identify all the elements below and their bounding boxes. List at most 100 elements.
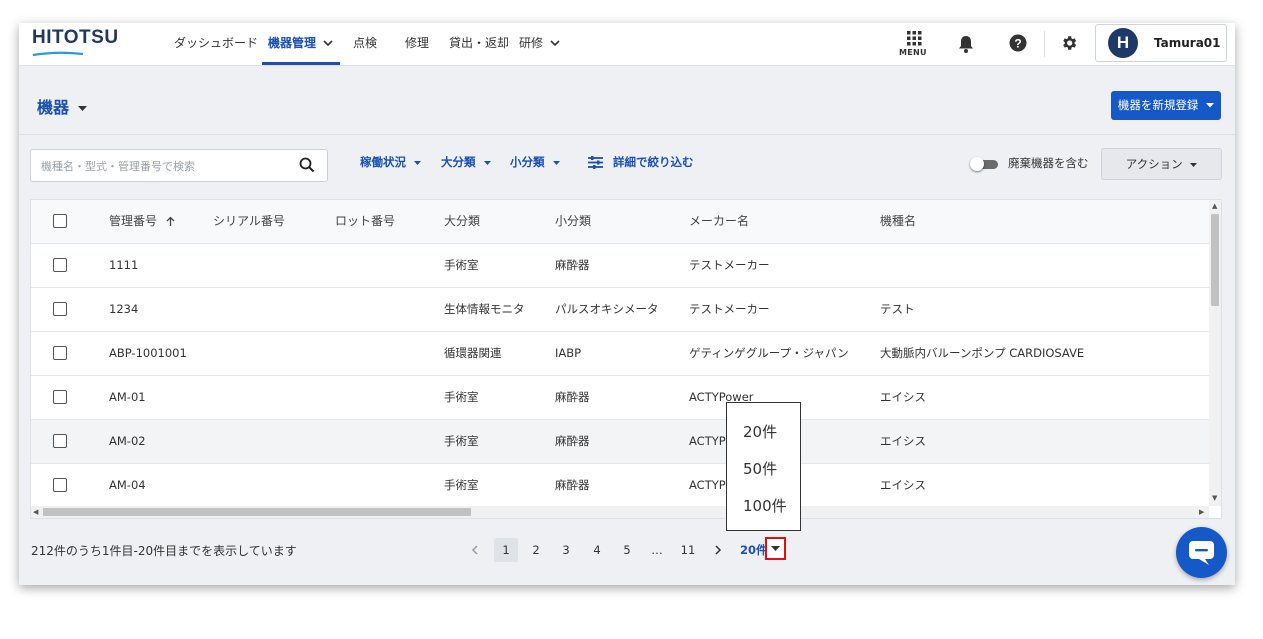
help-icon[interactable]: ?: [1009, 34, 1027, 52]
logo[interactable]: HITOTSU: [32, 27, 119, 57]
equipment-table: 管理番号 シリアル番号 ロット番号 大分類 小分類 メーカー名 機種名 1111…: [30, 199, 1222, 519]
sort-ascending-icon[interactable]: [166, 216, 175, 227]
column-header-id[interactable]: 管理番号: [109, 200, 175, 243]
nav-divider: [1044, 31, 1045, 57]
vertical-scrollbar[interactable]: ▲ ▼: [1209, 200, 1221, 506]
cell-minor: 麻酔器: [555, 434, 590, 448]
table-row[interactable]: AM-02 手術室 麻酔器 ACTYP エイシス: [31, 420, 1209, 464]
cell-maker: ACTYP: [689, 478, 726, 492]
cell-minor: 麻酔器: [555, 390, 590, 404]
search-input[interactable]: [39, 154, 293, 178]
nav-item-training-label: 研修: [519, 36, 544, 50]
gear-icon[interactable]: [1060, 34, 1078, 52]
user-menu[interactable]: H Tamura01: [1095, 24, 1227, 62]
caret-down-icon: [77, 105, 87, 111]
select-all-checkbox[interactable]: [53, 214, 67, 228]
table-row[interactable]: AM-01 手術室 麻酔器 ACTYPower エイシス: [31, 376, 1209, 420]
row-checkbox[interactable]: [53, 302, 67, 316]
column-header-major[interactable]: 大分類: [444, 200, 480, 243]
filter-status[interactable]: 稼働状況: [360, 154, 422, 170]
cell-major: 手術室: [444, 434, 479, 448]
cell-major: 循環器関連: [444, 346, 502, 360]
caret-down-icon: [1190, 162, 1198, 167]
page-5[interactable]: 5: [615, 538, 639, 562]
filter-major-category[interactable]: 大分類: [441, 154, 491, 170]
column-header-serial[interactable]: シリアル番号: [213, 200, 285, 243]
vertical-scroll-thumb[interactable]: [1211, 214, 1219, 306]
cell-id: 1234: [109, 302, 139, 316]
logo-swoosh-icon: [32, 51, 84, 57]
per-page-dropdown-menu: 20件 50件 100件: [726, 402, 801, 531]
horizontal-scrollbar[interactable]: ◀ ▶: [31, 506, 1209, 518]
search-icon[interactable]: [299, 157, 315, 173]
page-ellipsis: …: [651, 543, 663, 557]
chevron-left-icon[interactable]: [471, 545, 479, 555]
cell-id: AM-01: [109, 390, 146, 404]
row-checkbox[interactable]: [53, 346, 67, 360]
bell-icon[interactable]: [958, 35, 974, 53]
cell-minor: IABP: [555, 346, 582, 360]
per-page-dropdown-button[interactable]: [765, 537, 786, 560]
per-page-option-100[interactable]: 100件: [743, 495, 787, 516]
row-checkbox[interactable]: [53, 434, 67, 448]
action-button[interactable]: アクション: [1101, 148, 1222, 180]
row-checkbox[interactable]: [53, 478, 67, 492]
cell-model: エイシス: [880, 390, 926, 404]
column-header-model[interactable]: 機種名: [880, 200, 916, 243]
column-header-minor[interactable]: 小分類: [555, 200, 591, 243]
chevron-down-icon: [323, 40, 333, 47]
caret-down-icon: [483, 160, 491, 165]
page-2[interactable]: 2: [524, 538, 548, 562]
scroll-up-icon[interactable]: ▲: [1212, 202, 1217, 210]
cell-model: エイシス: [880, 478, 926, 492]
nav-active-indicator: [262, 62, 340, 65]
register-equipment-button[interactable]: 機器を新規登録: [1111, 91, 1221, 120]
filter-minor-category[interactable]: 小分類: [510, 154, 560, 170]
chat-button[interactable]: [1176, 527, 1227, 578]
page-3[interactable]: 3: [554, 538, 578, 562]
page-1[interactable]: 1: [494, 538, 518, 562]
scroll-left-icon[interactable]: ◀: [33, 508, 38, 516]
cell-minor: 麻酔器: [555, 478, 590, 492]
cell-maker: ゲティンゲグループ・ジャパン: [689, 346, 849, 360]
horizontal-scroll-thumb[interactable]: [43, 508, 471, 516]
nav-item-equipment-label: 機器管理: [268, 36, 317, 50]
table-row[interactable]: 1111 手術室 麻酔器 テストメーカー: [31, 244, 1209, 288]
row-checkbox[interactable]: [53, 258, 67, 272]
per-page-value[interactable]: 20件: [740, 542, 768, 558]
scroll-right-icon[interactable]: ▶: [1199, 508, 1204, 516]
username: Tamura01: [1154, 36, 1221, 50]
column-header-maker[interactable]: メーカー名: [689, 200, 749, 243]
chevron-right-icon[interactable]: [714, 545, 722, 555]
page-11[interactable]: 11: [676, 538, 700, 562]
page-title[interactable]: 機器: [37, 94, 87, 118]
cell-maker: ACTYP: [689, 434, 726, 448]
cell-id: AM-02: [109, 434, 146, 448]
menu-grid-icon[interactable]: [907, 31, 922, 46]
table-row[interactable]: ABP-1001001 循環器関連 IABP ゲティンゲグループ・ジャパン 大動…: [31, 332, 1209, 376]
sliders-icon: [588, 156, 603, 169]
cell-major: 手術室: [444, 390, 479, 404]
avatar: H: [1108, 28, 1138, 58]
menu-label: MENU: [899, 48, 927, 57]
column-header-lot[interactable]: ロット番号: [335, 200, 395, 243]
nav-item-dashboard[interactable]: ダッシュボード: [174, 23, 258, 65]
table-row[interactable]: 1234 生体情報モニタ パルスオキシメータ テストメーカー テスト: [31, 288, 1209, 332]
header-divider: [19, 134, 1235, 135]
nav-item-equipment[interactable]: 機器管理: [268, 23, 333, 65]
filter-advanced[interactable]: 詳細で絞り込む: [588, 154, 694, 170]
page-4[interactable]: 4: [585, 538, 609, 562]
nav-item-lending[interactable]: 貸出・返却: [449, 23, 509, 65]
nav-item-training[interactable]: 研修: [519, 23, 560, 65]
caret-down-icon: [1206, 103, 1215, 108]
scroll-down-icon[interactable]: ▼: [1212, 494, 1217, 502]
nav-item-repair[interactable]: 修理: [405, 23, 429, 65]
per-page-option-20[interactable]: 20件: [743, 421, 777, 442]
table-row[interactable]: AM-04 手術室 麻酔器 ACTYP エイシス: [31, 464, 1209, 508]
row-checkbox[interactable]: [53, 390, 67, 404]
nav-item-inspection[interactable]: 点検: [353, 23, 377, 65]
result-count: 212件のうち1件目-20件目までを表示しています: [31, 544, 297, 558]
cell-model: 大動脈内バルーンポンプ CARDIOSAVE: [880, 346, 1085, 360]
per-page-option-50[interactable]: 50件: [743, 458, 777, 479]
include-disposed-toggle[interactable]: [970, 157, 1000, 171]
